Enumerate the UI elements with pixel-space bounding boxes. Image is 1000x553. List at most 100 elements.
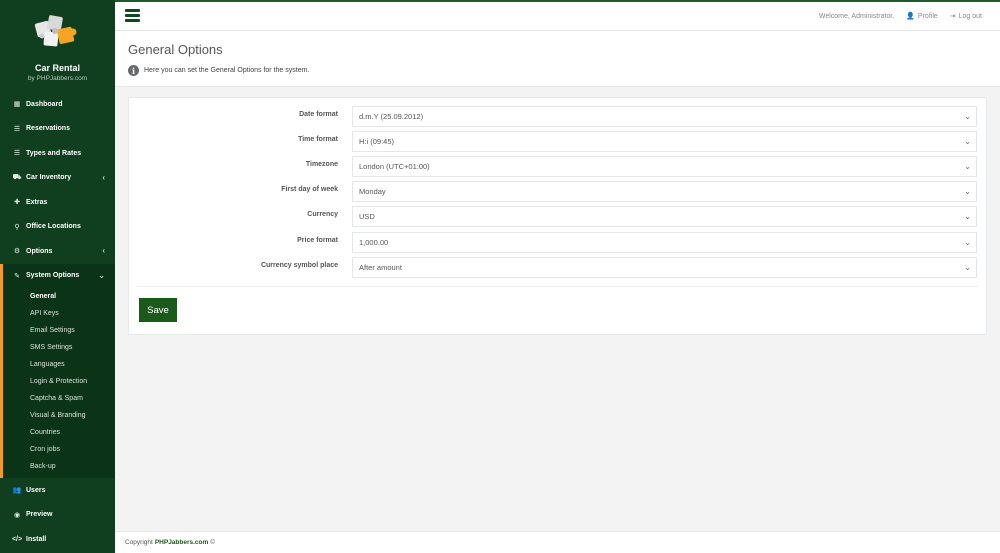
time-format-label: Time format: [298, 136, 338, 143]
profile-label: Profile: [917, 13, 938, 20]
subnav-item-email-settings[interactable]: Email Settings: [0, 322, 115, 339]
nav-label: Reservations: [26, 125, 70, 133]
table-icon: ☰: [13, 150, 21, 158]
nav-item-extras[interactable]: ✚ Extras: [0, 190, 115, 215]
footer-brand-link[interactable]: PHPJabbers.com: [155, 539, 208, 546]
currency-select[interactable]: USD ⌄: [352, 206, 977, 227]
subnav-item-general[interactable]: General: [0, 288, 115, 305]
nav-label: Office Locations: [26, 223, 81, 231]
subnav-item-sms-settings[interactable]: SMS Settings: [0, 339, 115, 356]
brand: Car Rental by PHPJabbers.com: [0, 0, 115, 92]
timezone-select[interactable]: London (UTC+01:00) ⌄: [352, 156, 977, 177]
form-divider: [137, 286, 978, 287]
form-row-date-format: Date format d.m.Y (25.09.2012) ⌄: [129, 106, 988, 127]
price-format-select[interactable]: 1,000.00 ⌄: [352, 232, 977, 253]
nav-item-dashboard[interactable]: ▦ Dashboard: [0, 92, 115, 117]
currency-label: Currency: [307, 211, 338, 218]
chevron-down-icon: ⌄: [964, 162, 971, 171]
brand-subtitle: by PHPJabbers.com: [27, 75, 88, 82]
timezone-label: Timezone: [305, 161, 338, 168]
chevron-down-icon: ⌄: [964, 263, 971, 272]
form-row-time-format: Time format H:i (09:45) ⌄: [129, 131, 988, 152]
map-marker-icon: ⚲: [14, 223, 20, 231]
price-format-label: Price format: [297, 237, 338, 244]
subnav-item-api-keys[interactable]: API Keys: [0, 305, 115, 322]
subnav-item-visual-branding[interactable]: Visual & Branding: [0, 407, 115, 424]
info-icon: i: [128, 65, 139, 76]
grid-icon: ▦: [13, 101, 21, 109]
secondary-nav: 👥 Users ◉ Preview </> Install: [0, 478, 115, 552]
date-format-select[interactable]: d.m.Y (25.09.2012) ⌄: [352, 106, 977, 127]
welcome-text: Welcome, Administrator.: [818, 12, 895, 20]
subnav-item-login-protection[interactable]: Login & Protection: [0, 373, 115, 390]
chevron-down-icon: ⌄: [964, 137, 971, 146]
topbar: Welcome, Administrator. 👤 Profile ⇥ Log ou…: [115, 0, 1000, 31]
nav-item-options[interactable]: ⚙ Options ‹: [0, 239, 115, 264]
logout-link[interactable]: ⇥ Log out: [950, 12, 982, 20]
nav-item-users[interactable]: 👥 Users: [0, 478, 115, 503]
nav-item-types-rates[interactable]: ☰ Types and Rates: [0, 141, 115, 166]
currency-symbol-value: After amount: [359, 263, 402, 272]
chevron-down-icon: ⌄: [964, 212, 971, 221]
first-day-select[interactable]: Monday ⌄: [352, 181, 977, 202]
chevron-down-icon: ⌄: [964, 187, 971, 196]
system-options-subnav: General API Keys Email Settings SMS Sett…: [0, 288, 115, 478]
logout-label: Log out: [958, 13, 982, 20]
currency-value: USD: [359, 212, 375, 221]
time-format-select[interactable]: H:i (09:45) ⌄: [352, 131, 977, 152]
subnav-item-captcha-spam[interactable]: Captcha & Spam: [0, 390, 115, 407]
form-row-currency: Currency USD ⌄: [129, 206, 988, 227]
brand-title: Car Rental: [34, 63, 80, 73]
nav-label: Users: [26, 486, 46, 494]
form-row-currency-symbol: Currency symbol place After amount ⌄: [129, 257, 988, 278]
nav-item-system-options[interactable]: ✎ System Options ⌄: [0, 263, 115, 288]
price-format-value: 1,000.00: [359, 238, 389, 247]
nav-label: Install: [26, 535, 47, 543]
footer: Copyright PHPJabbers.com ©: [115, 531, 1000, 553]
topbar-user-area: Welcome, Administrator. 👤 Profile ⇥ Log ou…: [818, 12, 982, 21]
wrench-icon: ✎: [14, 272, 20, 280]
main-nav: ▦ Dashboard ☰ Reservations ☰ Types and R…: [0, 92, 115, 288]
app-root: Car Rental by PHPJabbers.com ▦ Dashboard…: [0, 0, 1000, 553]
chevron-down-icon: ⌄: [964, 112, 971, 121]
subnav-item-languages[interactable]: Languages: [0, 356, 115, 373]
gears-icon: ⚙: [13, 248, 21, 256]
nav-label: Options: [26, 247, 53, 255]
currency-symbol-select[interactable]: After amount ⌄: [352, 257, 977, 278]
profile-link[interactable]: 👤 Profile: [906, 12, 938, 20]
first-day-value: Monday: [359, 187, 386, 196]
page-title: General Options: [128, 42, 223, 57]
date-format-label: Date format: [299, 111, 338, 118]
first-day-label: First day of week: [281, 186, 338, 193]
footer-copyright-text: Copyright: [125, 539, 153, 546]
subnav-item-cron-jobs[interactable]: Cron jobs: [0, 441, 115, 458]
save-button[interactable]: Save: [139, 298, 177, 322]
nav-label: Extras: [26, 198, 48, 206]
form-row-first-day: First day of week Monday ⌄: [129, 181, 988, 202]
form-row-timezone: Timezone London (UTC+01:00) ⌄: [129, 156, 988, 177]
chevron-down-icon: ⌄: [98, 270, 105, 280]
car-icon: ⛟: [12, 174, 22, 182]
nav-item-preview[interactable]: ◉ Preview: [0, 503, 115, 528]
nav-item-reservations[interactable]: ☰ Reservations: [0, 117, 115, 142]
nav-item-office-locations[interactable]: ⚲ Office Locations: [0, 215, 115, 240]
plus-icon: ✚: [14, 199, 20, 207]
nav-label: Car Inventory: [26, 174, 72, 182]
user-icon: 👤: [906, 13, 915, 20]
subnav-item-back-up[interactable]: Back-up: [0, 458, 115, 475]
code-icon: </>: [11, 535, 23, 543]
list-icon: ☰: [13, 125, 21, 133]
copyright-symbol: ©: [210, 539, 216, 546]
menu-toggle-icon[interactable]: [125, 9, 140, 22]
timezone-value: London (UTC+01:00): [359, 162, 430, 171]
subnav-item-countries[interactable]: Countries: [0, 424, 115, 441]
nav-label: System Options: [26, 272, 80, 280]
sidebar: Car Rental by PHPJabbers.com ▦ Dashboard…: [0, 0, 115, 553]
page-header: General Options i Here you can set the G…: [115, 31, 1000, 87]
date-format-value: d.m.Y (25.09.2012): [359, 112, 424, 121]
nav-item-car-inventory[interactable]: ⛟ Car Inventory ‹: [0, 166, 115, 191]
nav-item-install[interactable]: </> Install: [0, 527, 115, 552]
nav-label: Dashboard: [26, 100, 63, 108]
chevron-left-icon: ‹: [102, 246, 105, 255]
general-options-form: Date format d.m.Y (25.09.2012) ⌄ Time fo…: [128, 97, 987, 335]
